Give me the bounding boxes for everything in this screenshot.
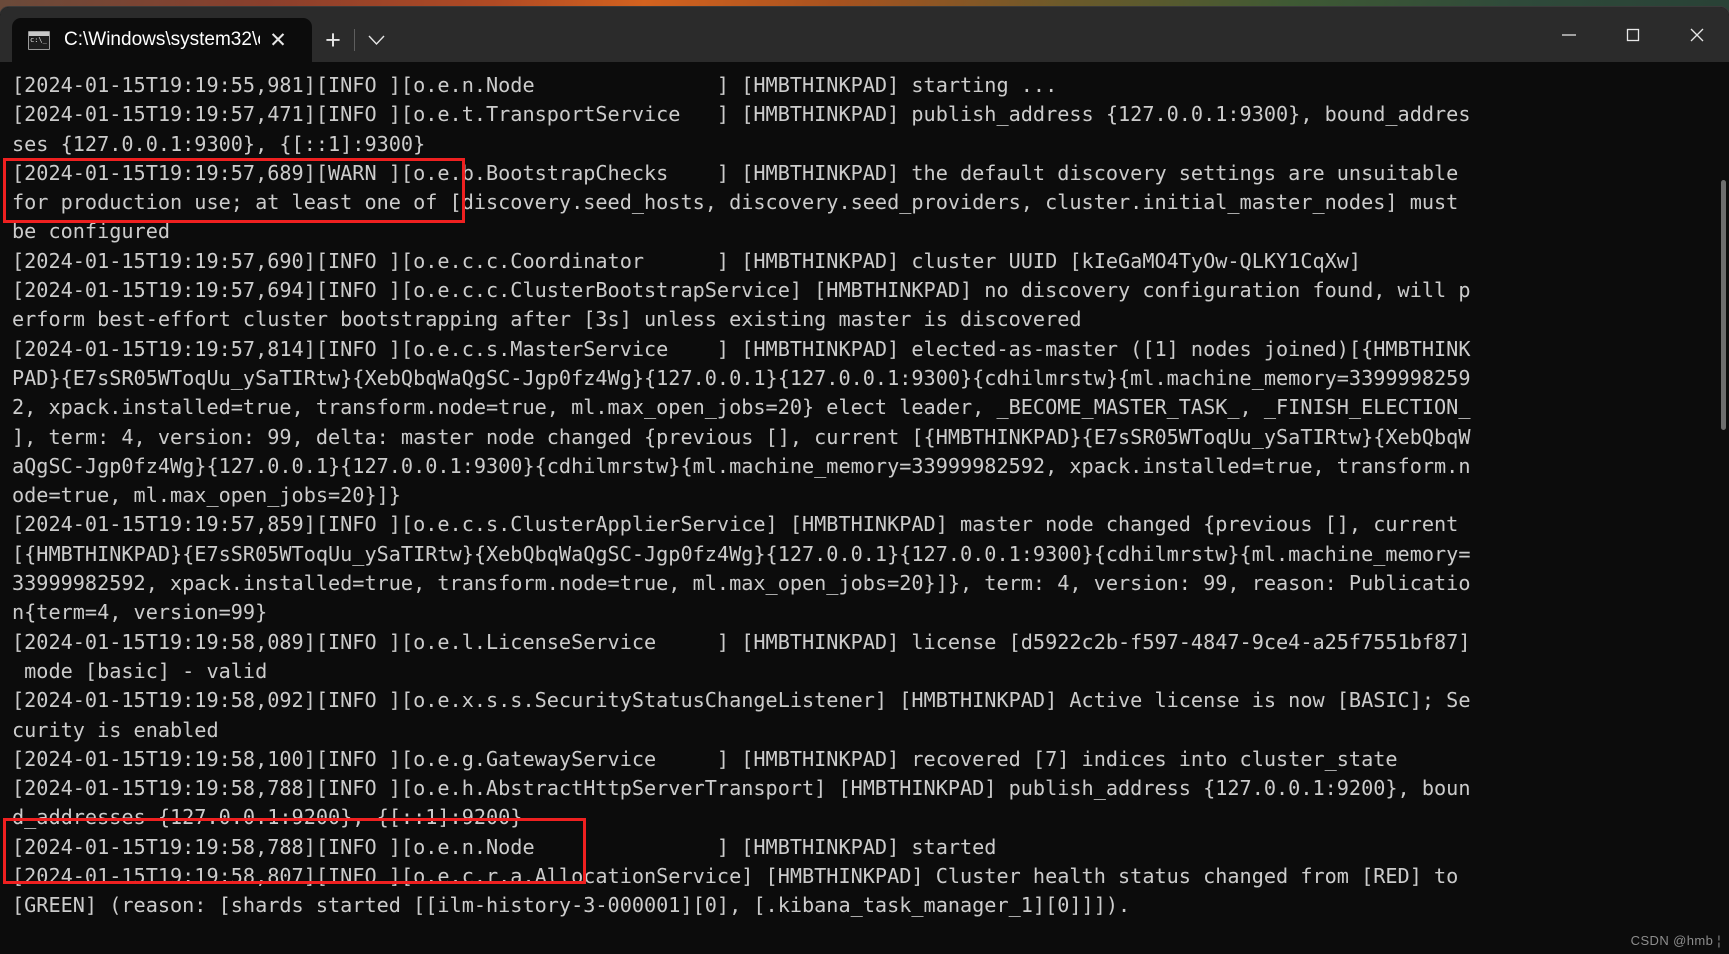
chevron-down-icon[interactable] [355,18,397,62]
new-tab-button[interactable]: + [312,18,354,62]
title-bar: C:\Windows\system32\cmd.e ✕ + [0,7,1729,62]
windows-terminal-window: C:\Windows\system32\cmd.e ✕ + [2024-01-1… [0,7,1729,954]
cmd-console-icon [28,30,50,50]
tab-cmd[interactable]: C:\Windows\system32\cmd.e ✕ [12,18,312,62]
tab-title: C:\Windows\system32\cmd.e [64,29,260,50]
close-icon[interactable] [1665,7,1729,62]
elasticsearch-log-text: [2024-01-15T19:19:55,981][INFO ][o.e.n.N… [12,73,1471,918]
tab-close-icon[interactable]: ✕ [260,23,296,57]
scrollbar-thumb[interactable] [1721,180,1726,430]
terminal-output-pane[interactable]: [2024-01-15T19:19:55,981][INFO ][o.e.n.N… [0,62,1729,954]
tab-strip: C:\Windows\system32\cmd.e ✕ + [0,7,397,62]
window-controls [1537,7,1729,62]
maximize-icon[interactable] [1601,7,1665,62]
csdn-watermark: CSDN @hmb ¦ [1630,933,1721,948]
minimize-icon[interactable] [1537,7,1601,62]
